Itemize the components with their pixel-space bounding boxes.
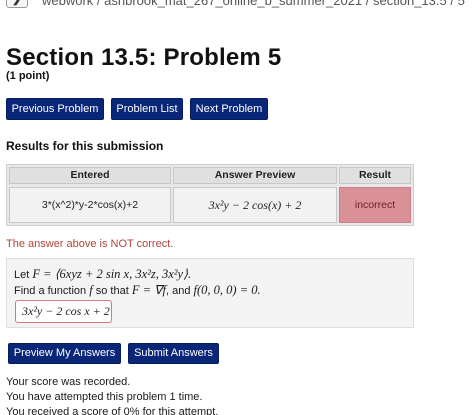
breadcrumb-separator: /	[362, 0, 373, 8]
answer-input[interactable]: 3x²y − 2 cos x + 2	[15, 300, 112, 323]
problem-statement: Let F = ⟨6xyz + 2 sin x, 3x²z, 3x²y⟩. Fi…	[6, 258, 414, 328]
breadcrumb-bar: ❯ webwork / ashbrook_mat_267_online_b_su…	[0, 0, 474, 12]
breadcrumb-item-webwork[interactable]: webwork	[42, 0, 93, 8]
page-title: Section 13.5: Problem 5	[6, 44, 282, 71]
vector-field-math: F = ⟨6xyz + 2 sin x, 3x²z, 3x²y⟩.	[32, 267, 192, 281]
attempts-message: You have attempted this problem 1 time.	[6, 391, 203, 403]
score-recorded-message: Your score was recorded.	[6, 376, 131, 388]
initial-condition-math: f(0, 0, 0) = 0.	[193, 283, 261, 297]
results-heading: Results for this submission	[6, 139, 164, 153]
problem-text: Let	[14, 269, 33, 281]
entered-answer-cell: 3*(x^2)*y-2*cos(x)+2	[9, 187, 171, 223]
previous-problem-button[interactable]: Previous Problem	[6, 98, 104, 120]
next-problem-button[interactable]: Next Problem	[190, 98, 268, 120]
result-cell: incorrect	[339, 187, 411, 223]
problem-text: so that	[92, 285, 132, 297]
column-header-result: Result	[339, 167, 411, 184]
problem-text: , and	[166, 285, 194, 297]
breadcrumb-item-course[interactable]: ashbrook_mat_267_online_b_summer_2021	[104, 0, 362, 8]
problem-line-1: Let F = ⟨6xyz + 2 sin x, 3x²z, 3x²y⟩.	[14, 266, 191, 282]
breadcrumb-separator: /	[446, 0, 458, 8]
breadcrumb-item-problem: 5	[457, 0, 465, 8]
breadcrumb-separator: /	[93, 0, 105, 8]
results-table: Entered Answer Preview Result 3*(x^2)*y-…	[6, 164, 414, 226]
nav-toggle-button[interactable]: ❯	[6, 0, 28, 8]
column-header-entered: Entered	[9, 167, 171, 184]
chevron-right-icon: ❯	[11, 0, 23, 5]
incorrect-status-message: The answer above is NOT correct.	[6, 238, 174, 250]
score-received-message: You received a score of 0% for this atte…	[6, 406, 219, 415]
problem-text: Find a function	[14, 285, 90, 297]
submit-answers-button[interactable]: Submit Answers	[128, 343, 219, 364]
column-header-answer-preview: Answer Preview	[173, 167, 337, 184]
preview-answers-button[interactable]: Preview My Answers	[8, 343, 121, 364]
problem-list-button[interactable]: Problem List	[111, 98, 183, 120]
breadcrumb-item-section[interactable]: section_13.5	[373, 0, 447, 8]
gradient-condition-math: F = ∇f	[131, 283, 166, 297]
problem-points: (1 point)	[6, 70, 50, 82]
breadcrumb: webwork / ashbrook_mat_267_online_b_summ…	[42, 0, 465, 8]
answer-preview-cell: 3x²y − 2 cos(x) + 2	[173, 187, 337, 223]
problem-line-2: Find a function f so that F = ∇f, and f(…	[14, 282, 261, 298]
